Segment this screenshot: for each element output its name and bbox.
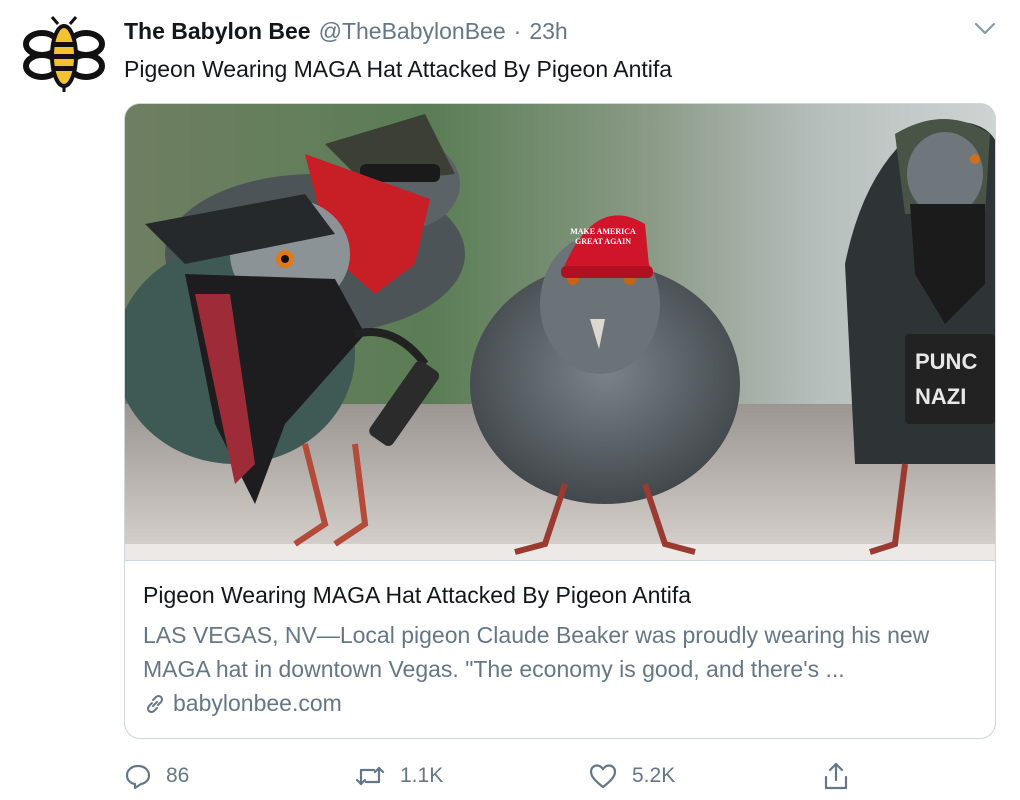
card-image[interactable]: MAKE AMERICA GREAT AGAIN PUNC NAZI: [125, 104, 995, 560]
chevron-down-icon: [974, 22, 996, 35]
like-count: 5.2K: [632, 764, 676, 787]
hat-text-line2: GREAT AGAIN: [575, 237, 631, 246]
retweet-icon: [355, 766, 385, 786]
retweet-button[interactable]: 1.1K: [354, 756, 443, 796]
card-divider: [125, 560, 995, 561]
link-icon: [146, 694, 164, 713]
patch-line1: PUNC: [915, 349, 977, 374]
tweet-text: Pigeon Wearing MAGA Hat Attacked By Pige…: [124, 56, 673, 82]
card-domain-text: babylonbee.com: [173, 690, 342, 716]
heart-icon: [589, 764, 617, 789]
separator-dot: ·: [513, 18, 522, 44]
reply-count: 86: [166, 764, 190, 787]
reply-button[interactable]: 86: [124, 756, 189, 796]
display-name[interactable]: The Babylon Bee: [124, 18, 311, 45]
card-domain: babylonbee.com: [143, 690, 342, 717]
tweet-header: The Babylon Bee @TheBabylonBee · 23h: [124, 18, 568, 50]
card-description: LAS VEGAS, NV—Local pigeon Claude Beaker…: [143, 622, 930, 682]
share-icon: [824, 762, 848, 790]
avatar[interactable]: [22, 14, 106, 94]
like-button[interactable]: 5.2K: [588, 756, 675, 796]
link-card[interactable]: MAKE AMERICA GREAT AGAIN PUNC NAZI Pigeo…: [124, 103, 996, 739]
retweet-count: 1.1K: [400, 764, 444, 787]
timestamp[interactable]: 23h: [529, 18, 567, 45]
reply-icon: [125, 764, 151, 790]
hat-text-line1: MAKE AMERICA: [570, 227, 636, 236]
babylon-bee-logo-icon: [23, 16, 105, 92]
patch-line2: NAZI: [915, 384, 966, 409]
more-options-button[interactable]: [970, 14, 1000, 44]
share-button[interactable]: [822, 756, 850, 796]
pigeons-photo-icon: MAKE AMERICA GREAT AGAIN PUNC NAZI: [125, 104, 995, 560]
card-title: Pigeon Wearing MAGA Hat Attacked By Pige…: [143, 582, 692, 608]
tweet-actions: 86 1.1K 5.2K: [124, 756, 864, 796]
user-handle[interactable]: @TheBabylonBee: [319, 18, 506, 45]
